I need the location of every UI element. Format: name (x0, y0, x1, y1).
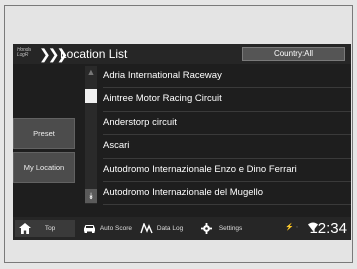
tab-auto-score-label: Auto Score (99, 225, 132, 232)
display-frame: Honda LogR ❯❯❯ Location List Country:All … (4, 5, 353, 263)
country-filter-button[interactable]: Country:All (242, 47, 345, 61)
page-title: Location List (60, 47, 128, 61)
my-location-button[interactable]: My Location (13, 152, 75, 183)
list-item[interactable]: Adria International Raceway (103, 65, 351, 89)
preset-button[interactable]: Preset (13, 118, 75, 149)
tab-settings-label: Settings (218, 225, 243, 232)
tab-data-log-label: Data Log (156, 225, 184, 232)
tab-settings[interactable]: Settings (201, 221, 242, 236)
home-icon (19, 222, 31, 234)
list-item[interactable]: Autodromo Internazionale del Mugello (103, 182, 351, 206)
header-bar: Honda LogR ❯❯❯ Location List Country:All (13, 44, 351, 64)
list-item[interactable]: Ascari (103, 135, 351, 159)
data-log-icon (140, 222, 153, 234)
list-item[interactable]: Aintree Motor Racing Circuit (103, 88, 351, 112)
scrollbar-track[interactable] (85, 66, 97, 204)
car-icon (84, 225, 95, 234)
scrollbar-thumb[interactable] (85, 89, 97, 103)
gear-icon (201, 222, 212, 234)
bottom-nav-bar: Top Auto Score Data Log Settings ⚡ ◦ 12:… (13, 217, 351, 240)
tab-data-log[interactable]: Data Log (140, 221, 183, 236)
scroll-down-icon[interactable]: ⯯ (85, 189, 97, 203)
location-list: Adria International Raceway Aintree Moto… (103, 65, 351, 206)
tab-top-label: Top (44, 225, 56, 232)
status-icons: ⚡ ◦ (285, 224, 299, 231)
clock: 12:34 (309, 220, 347, 237)
head-unit-screen: Honda LogR ❯❯❯ Location List Country:All … (13, 44, 351, 240)
app-logo: Honda LogR (17, 47, 31, 58)
tab-top[interactable]: Top (19, 221, 55, 236)
tab-auto-score[interactable]: Auto Score (83, 221, 132, 236)
list-item[interactable]: Autodromo Internazionale Enzo e Dino Fer… (103, 159, 351, 182)
scroll-up-icon[interactable]: ▲ (85, 66, 97, 78)
list-item[interactable]: Anderstorp circuit (103, 112, 351, 136)
